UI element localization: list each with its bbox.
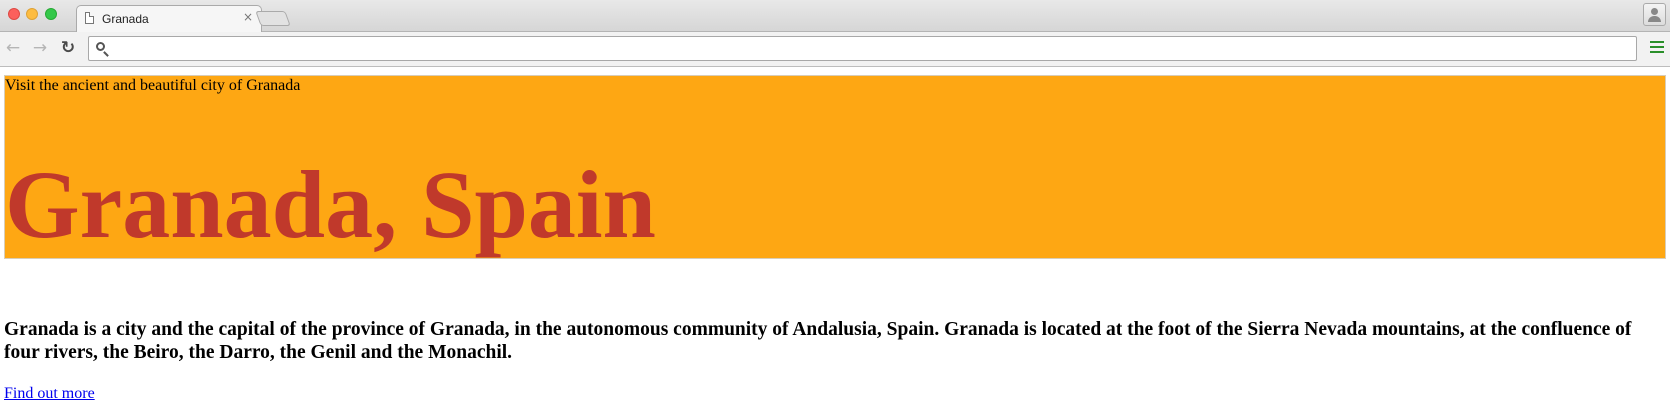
window-close-button[interactable] — [8, 8, 20, 20]
hero-tagline: Visit the ancient and beautiful city of … — [5, 77, 301, 94]
hero-banner: Visit the ancient and beautiful city of … — [4, 75, 1666, 259]
window-minimize-button[interactable] — [26, 8, 38, 20]
page-title: Granada, Spain — [5, 151, 656, 258]
back-arrow-icon[interactable]: ← — [3, 38, 23, 58]
search-icon — [96, 42, 105, 51]
new-tab-button[interactable] — [255, 11, 291, 26]
page-document-icon — [85, 12, 94, 24]
tab-close-icon[interactable]: × — [243, 10, 253, 24]
profile-icon — [1651, 8, 1658, 15]
window-maximize-button[interactable] — [45, 8, 57, 20]
browser-toolbar: ← → ↻ — [0, 32, 1670, 67]
reload-icon[interactable]: ↻ — [58, 38, 78, 58]
profile-button[interactable] — [1643, 3, 1666, 26]
intro-paragraph: Granada is a city and the capital of the… — [4, 319, 1632, 363]
hamburger-menu-icon[interactable] — [1650, 41, 1664, 55]
browser-tab[interactable]: Granada × — [76, 5, 262, 32]
forward-arrow-icon[interactable]: → — [30, 38, 50, 58]
address-bar[interactable] — [88, 36, 1637, 61]
find-out-more-link[interactable]: Find out more — [4, 384, 95, 403]
tab-strip: Granada × — [0, 0, 1670, 32]
tab-title: Granada — [102, 12, 149, 26]
